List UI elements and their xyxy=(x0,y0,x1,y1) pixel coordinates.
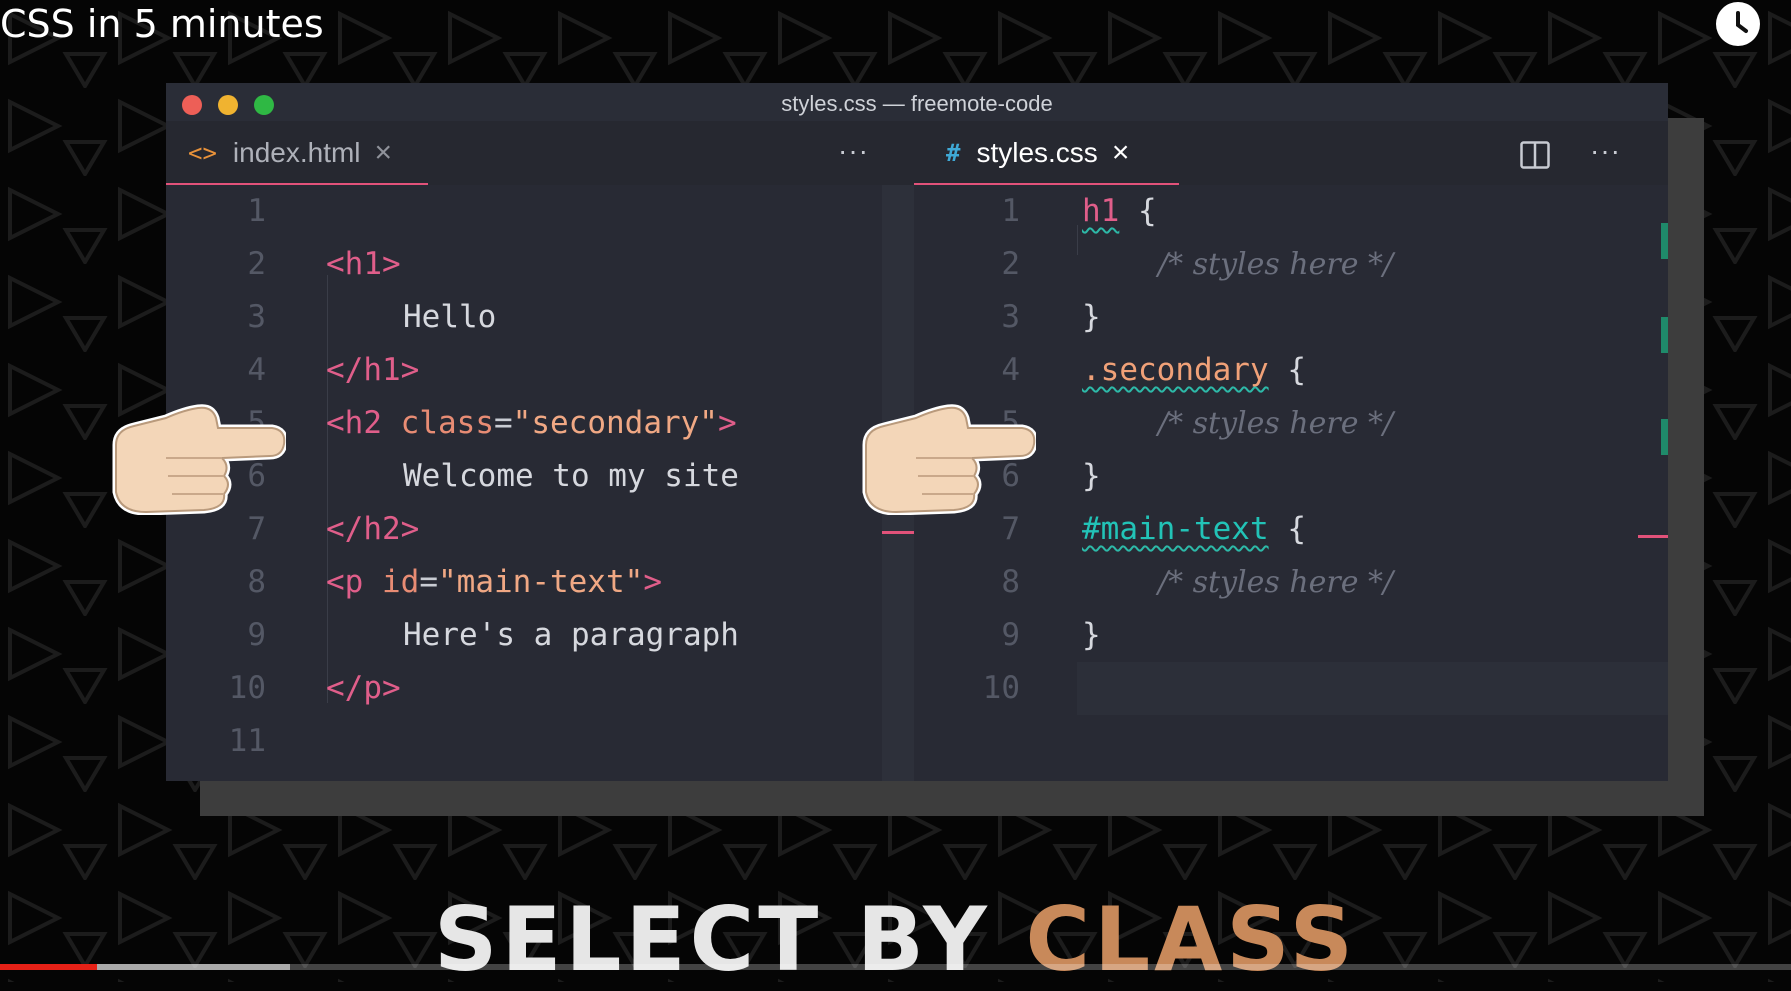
code-line: <h2 class="secondary"> xyxy=(326,397,737,450)
pointing-hand-icon xyxy=(862,404,1036,515)
pointing-hand-icon xyxy=(112,404,286,515)
code-comment: /* styles here */ xyxy=(1158,247,1394,282)
code-token: "secondary" xyxy=(512,405,718,441)
git-change-marker xyxy=(1661,223,1668,259)
code-token: <h2 xyxy=(326,405,382,441)
title-bar: styles.css — freemote-code xyxy=(166,83,1668,121)
caption-highlight: CLASS xyxy=(1025,888,1358,991)
code-token: { xyxy=(1287,511,1306,547)
code-token: <p xyxy=(326,564,364,600)
code-token: .secondary xyxy=(1082,352,1269,388)
code-comment: /* styles here */ xyxy=(1158,406,1394,441)
tab-styles-css[interactable]: # styles.css × xyxy=(946,121,1129,185)
code-token: > xyxy=(643,564,662,600)
close-tab-icon[interactable]: × xyxy=(1112,136,1130,170)
code-token: { xyxy=(1287,352,1306,388)
watch-later-button[interactable] xyxy=(1716,2,1760,46)
line-number: 3 xyxy=(1001,299,1020,335)
code-token: = xyxy=(419,564,438,600)
line-number: 2 xyxy=(247,246,266,282)
more-actions-icon[interactable]: ··· xyxy=(838,135,869,167)
code-line: <p id="main-text"> xyxy=(326,556,662,609)
code-token: > xyxy=(717,405,737,441)
code-token: </h1> xyxy=(326,352,420,388)
git-change-marker xyxy=(1661,317,1668,353)
line-number: 4 xyxy=(1001,352,1020,388)
video-progress-fill[interactable] xyxy=(0,964,97,970)
code-line: .secondary { xyxy=(1082,344,1306,397)
html-file-icon: <> xyxy=(188,139,217,167)
line-number: 1 xyxy=(247,193,266,229)
caption-part: SELECT BY xyxy=(433,888,1026,991)
git-change-marker xyxy=(1661,419,1668,455)
line-number: 10 xyxy=(228,670,266,706)
left-tab-bar: <> index.html × ··· xyxy=(166,121,914,185)
code-token: <h1> xyxy=(326,246,401,282)
code-token: } xyxy=(1082,299,1101,335)
line-number: 9 xyxy=(247,617,266,653)
code-comment: /* styles here */ xyxy=(1158,565,1394,600)
line-number: 3 xyxy=(247,299,266,335)
code-token: Welcome to my site xyxy=(403,458,739,494)
caption-text: SELECT BY CLASS xyxy=(0,888,1791,991)
scroll-marker xyxy=(1638,535,1668,538)
tab-index-html[interactable]: <> index.html × xyxy=(188,121,392,185)
code-token: } xyxy=(1082,617,1101,653)
code-token: } xyxy=(1082,458,1101,494)
tab-label: index.html xyxy=(232,137,361,168)
line-number: 1 xyxy=(1001,193,1020,229)
code-token: "main-text" xyxy=(438,564,644,600)
right-tab-bar: # styles.css × ··· xyxy=(914,121,1668,185)
line-number: 4 xyxy=(247,352,266,388)
line-number: 11 xyxy=(228,723,266,759)
code-token: h1 xyxy=(1082,193,1120,229)
split-editor-icon[interactable] xyxy=(1520,141,1550,169)
tab-label: styles.css xyxy=(976,137,1098,168)
code-token: { xyxy=(1138,193,1157,229)
css-file-icon: # xyxy=(946,139,961,167)
code-line: h1 { xyxy=(1082,185,1157,238)
code-token: Hello xyxy=(403,299,497,335)
line-number: 9 xyxy=(1001,617,1020,653)
line-number: 10 xyxy=(982,670,1020,706)
code-line: #main-text { xyxy=(1082,503,1306,556)
clock-icon xyxy=(1736,11,1748,33)
code-token: #main-text xyxy=(1082,511,1269,547)
line-number: 2 xyxy=(1001,246,1020,282)
code-token: = xyxy=(494,405,513,441)
code-token: Here's a paragraph xyxy=(403,617,739,653)
more-actions-icon[interactable]: ··· xyxy=(1590,135,1621,167)
window-title: styles.css — freemote-code xyxy=(781,91,1053,116)
line-number: 8 xyxy=(247,564,266,600)
line-number: 8 xyxy=(1001,564,1020,600)
video-title: CSS in 5 minutes xyxy=(0,2,324,46)
code-token: class xyxy=(400,405,494,441)
code-token: id xyxy=(382,564,420,600)
code-token: </h2> xyxy=(326,511,420,547)
scroll-marker xyxy=(882,531,914,534)
close-tab-icon[interactable]: × xyxy=(375,136,393,170)
code-token: </p> xyxy=(326,670,401,706)
